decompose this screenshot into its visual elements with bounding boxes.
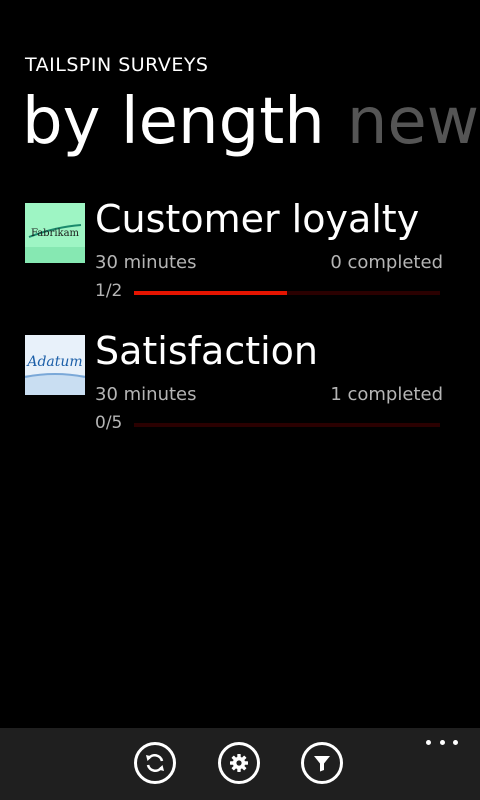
app-bar [0,728,480,800]
survey-completed-count: 0 completed [330,252,443,273]
pivot-item-new[interactable]: new [347,85,479,159]
survey-title: Satisfaction [95,329,319,373]
more-options-button[interactable] [426,732,458,752]
settings-button[interactable] [218,742,260,784]
filter-button[interactable] [301,742,343,784]
pivot-header: by length new [22,82,480,162]
svg-text:Fabrikam: Fabrikam [31,228,80,239]
ellipsis-icon [426,739,458,745]
survey-item-satisfaction[interactable]: Adatum Satisfaction 30 minutes 1 complet… [0,329,480,455]
survey-progress-label: 1/2 [95,281,123,301]
adatum-logo: Adatum [25,335,85,395]
filter-icon [314,756,330,772]
survey-progress-bar [134,291,440,295]
survey-completed-count: 1 completed [330,384,443,405]
survey-item-customer-loyalty[interactable]: Fabrikam Customer loyalty 30 minutes 0 c… [0,197,480,323]
pivot-item-by-length[interactable]: by length [22,85,325,159]
settings-icon [230,754,248,772]
survey-length: 30 minutes [95,384,197,405]
survey-title: Customer loyalty [95,197,420,241]
fabrikam-logo: Fabrikam [25,203,85,263]
app-title: TAILSPIN SURVEYS [25,54,209,76]
survey-progress-label: 0/5 [95,413,123,433]
survey-progress-fill [134,291,287,295]
svg-text:Adatum: Adatum [25,354,82,370]
refresh-button[interactable] [134,742,176,784]
refresh-icon [146,753,164,773]
survey-length: 30 minutes [95,252,197,273]
survey-progress-bar [134,423,440,427]
